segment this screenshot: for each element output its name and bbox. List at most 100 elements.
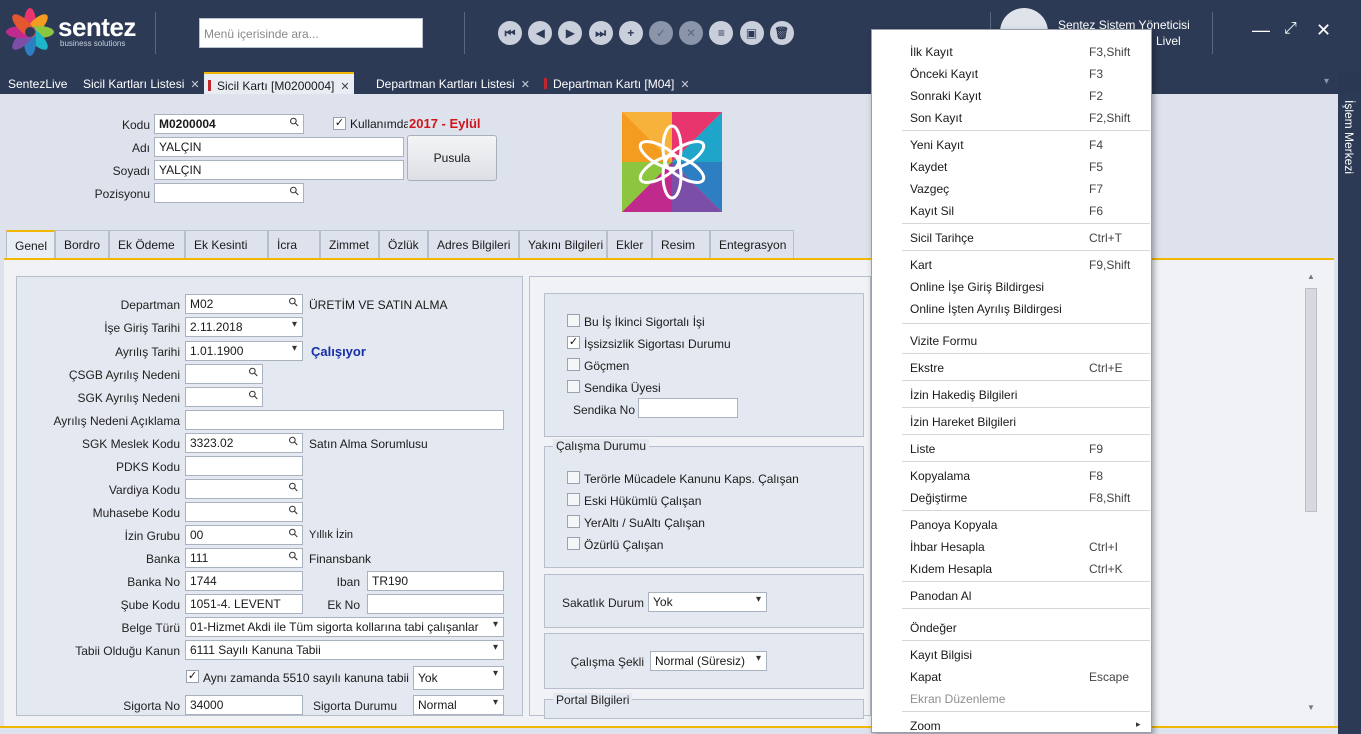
- eski-hukumlu-checkbox[interactable]: [567, 493, 580, 506]
- subtab-11[interactable]: Entegrasyon: [710, 230, 794, 260]
- banka-field[interactable]: 111: [185, 548, 303, 568]
- menu-item-1[interactable]: Önceki Kayıt: [910, 67, 978, 81]
- subtab-1[interactable]: Bordro: [55, 230, 109, 260]
- subtab-3[interactable]: Ek Kesinti: [185, 230, 268, 260]
- pusula-button[interactable]: Pusula: [407, 135, 497, 181]
- kod-field[interactable]: M0200004: [154, 114, 304, 134]
- subtab-4[interactable]: İcra: [268, 230, 320, 260]
- adi-field[interactable]: YALÇIN: [154, 137, 404, 157]
- ozurlu-checkbox[interactable]: [567, 537, 580, 550]
- tab-close-icon[interactable]: ✕: [680, 79, 689, 91]
- kanun-select[interactable]: 6111 Sayılı Kanuna Tabii: [185, 640, 504, 660]
- menu-item-18[interactable]: Değiştirme: [910, 491, 967, 505]
- menu-item-6[interactable]: Vazgeç: [910, 182, 949, 196]
- iban-field[interactable]: TR190: [367, 571, 504, 591]
- menu-item-7[interactable]: Kayıt Sil: [910, 204, 954, 218]
- employee-photo[interactable]: [622, 112, 722, 212]
- menu-item-5[interactable]: Kaydet: [910, 160, 947, 174]
- menu-item-3[interactable]: Son Kayıt: [910, 111, 962, 125]
- pozisyon-field[interactable]: [154, 183, 304, 203]
- tab-close-icon[interactable]: ✕: [190, 79, 199, 91]
- menu-search-input[interactable]: Menü içerisinde ara...: [199, 18, 423, 48]
- menu-item-27[interactable]: Zoom: [910, 719, 941, 733]
- izin-grubu-field[interactable]: 00: [185, 525, 303, 545]
- sendika-uyesi-checkbox[interactable]: [567, 380, 580, 393]
- menu-item-17[interactable]: Kopyalama: [910, 469, 970, 483]
- tab-close-icon[interactable]: ✕: [340, 81, 349, 93]
- pdks-field[interactable]: [185, 456, 303, 476]
- menu-item-21[interactable]: Kıdem Hesapla: [910, 562, 992, 576]
- menu-item-20[interactable]: İhbar Hesapla: [910, 540, 985, 554]
- sgk-ayrilis-field[interactable]: [185, 387, 263, 407]
- cancel-icon[interactable]: ✕: [679, 21, 704, 45]
- subtab-0[interactable]: Genel: [6, 230, 55, 260]
- ise-giris-date[interactable]: 2.11.2018: [185, 317, 303, 337]
- sakatlik-select[interactable]: Yok: [648, 592, 767, 612]
- subtab-8[interactable]: Yakını Bilgileri: [519, 230, 607, 260]
- approve-icon[interactable]: ✓: [649, 21, 673, 45]
- close-icon[interactable]: ✕: [1316, 20, 1331, 41]
- menu-item-4[interactable]: Yeni Kayıt: [910, 138, 964, 152]
- menu-item-0[interactable]: İlk Kayıt: [910, 45, 953, 59]
- subtab-10[interactable]: Resim: [652, 230, 710, 260]
- subtab-6[interactable]: Özlük: [379, 230, 428, 260]
- menu-item-9[interactable]: Kart: [910, 258, 932, 272]
- tab-departman-kartlari-listesi[interactable]: Departman Kartları Listesi ✕: [372, 72, 534, 94]
- gocmen-checkbox[interactable]: [567, 358, 580, 371]
- banka-no-field[interactable]: 1744: [185, 571, 303, 591]
- minimize-icon[interactable]: —: [1252, 20, 1270, 41]
- sigorta-no-field[interactable]: 34000: [185, 695, 303, 715]
- menu-item-15[interactable]: İzin Hareket Bilgileri: [910, 415, 1016, 429]
- scroll-down-icon[interactable]: ▼: [1307, 703, 1315, 712]
- menu-item-22[interactable]: Panodan Al: [910, 589, 971, 603]
- ayni-zamanda-checkbox[interactable]: ✓: [186, 670, 199, 683]
- ayrilis-aciklama-field[interactable]: [185, 410, 504, 430]
- delete-icon[interactable]: 🗑: [769, 21, 794, 45]
- scrollbar-thumb[interactable]: [1305, 288, 1317, 512]
- menu-item-25[interactable]: Kapat: [910, 670, 941, 684]
- sigorta-durumu-select[interactable]: Normal: [413, 695, 504, 715]
- yeralti-checkbox[interactable]: [567, 515, 580, 528]
- menu-item-23[interactable]: Öndeğer: [910, 621, 957, 635]
- tab-departman-karti[interactable]: Departman Kartı [M04] ✕: [540, 72, 694, 94]
- restore-icon[interactable]: ⤢: [1284, 20, 1297, 38]
- menu-item-19[interactable]: Panoya Kopyala: [910, 518, 997, 532]
- sgk-meslek-field[interactable]: 3323.02: [185, 433, 303, 453]
- ek-no-field[interactable]: [367, 594, 504, 614]
- menu-item-8[interactable]: Sicil Tarihçe: [910, 231, 974, 245]
- ayni-zamanda-select[interactable]: Yok: [413, 666, 504, 690]
- menu-item-10[interactable]: Online İşe Giriş Bildirgesi: [910, 280, 1044, 294]
- tab-sentezlive[interactable]: SentezLive: [4, 72, 71, 94]
- tab-sicil-kartlari-listesi[interactable]: Sicil Kartları Listesi ✕: [79, 72, 204, 94]
- teror-checkbox[interactable]: [567, 471, 580, 484]
- prev-record-icon[interactable]: ◀: [528, 21, 553, 45]
- tab-close-icon[interactable]: ✕: [521, 79, 530, 91]
- card-icon[interactable]: ▣: [739, 21, 764, 45]
- departman-field[interactable]: M02: [185, 294, 303, 314]
- issizlik-checkbox[interactable]: ✓: [567, 336, 580, 349]
- sendika-no-field[interactable]: [638, 398, 738, 418]
- add-icon[interactable]: +: [618, 21, 643, 45]
- ikinci-sigortali-checkbox[interactable]: [567, 314, 580, 327]
- muhasebe-field[interactable]: [185, 502, 303, 522]
- subtab-7[interactable]: Adres Bilgileri: [428, 230, 519, 260]
- first-record-icon[interactable]: ⏮: [498, 21, 522, 45]
- subtab-2[interactable]: Ek Ödeme: [109, 230, 185, 260]
- belge-select[interactable]: 01-Hizmet Akdi ile Tüm sigorta kollarına…: [185, 617, 504, 637]
- soyadi-field[interactable]: YALÇIN: [154, 160, 404, 180]
- last-record-icon[interactable]: ⏭: [588, 21, 613, 45]
- subtab-5[interactable]: Zimmet: [320, 230, 379, 260]
- menu-item-12[interactable]: Vizite Formu: [910, 334, 977, 348]
- menu-item-13[interactable]: Ekstre: [910, 361, 944, 375]
- ayrilis-date[interactable]: 1.01.1900: [185, 341, 303, 361]
- menu-item-2[interactable]: Sonraki Kayıt: [910, 89, 981, 103]
- menu-item-24[interactable]: Kayıt Bilgisi: [910, 648, 972, 662]
- vardiya-field[interactable]: [185, 479, 303, 499]
- subtab-9[interactable]: Ekler: [607, 230, 652, 260]
- scroll-up-icon[interactable]: ▲: [1307, 272, 1315, 281]
- islem-merkezi-toggle[interactable]: İşlem Merkezi: [1342, 100, 1356, 174]
- menu-item-14[interactable]: İzin Hakediş Bilgileri: [910, 388, 1017, 402]
- menu-item-11[interactable]: Online İşten Ayrılış Bildirgesi: [910, 302, 1062, 316]
- sube-field[interactable]: 1051-4. LEVENT: [185, 594, 303, 614]
- csgb-field[interactable]: [185, 364, 263, 384]
